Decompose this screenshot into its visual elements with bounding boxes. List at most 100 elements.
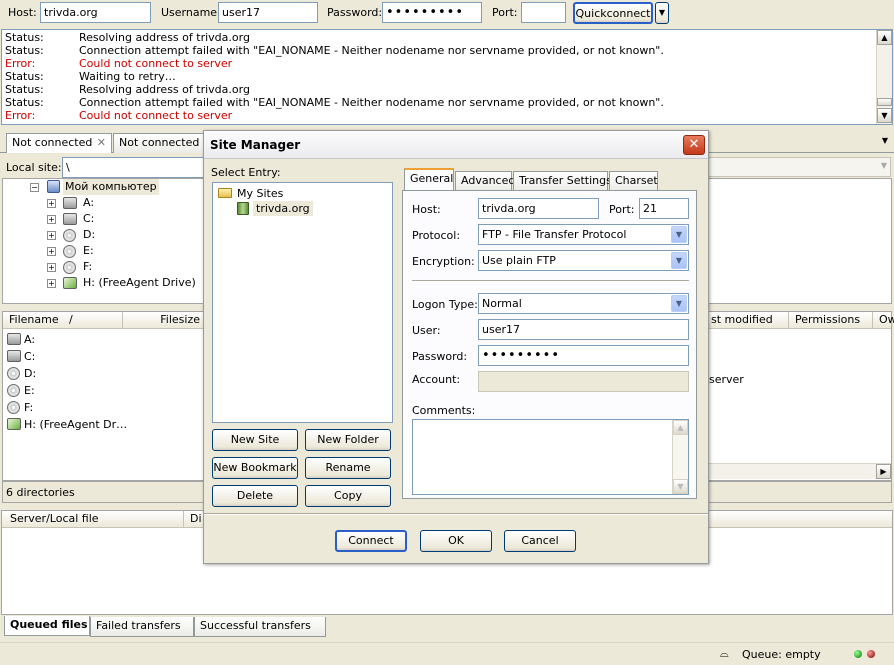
column-filesize[interactable]: Filesize	[123, 312, 204, 328]
log-row: Status: Resolving address of trivda.org	[5, 83, 250, 96]
cd-drive-icon	[63, 229, 76, 242]
tree-drive-item[interactable]: E:	[83, 243, 94, 259]
tree-folder-my-sites[interactable]: My Sites	[237, 187, 283, 200]
encryption-select[interactable]: Use plain FTP ▼	[478, 250, 689, 271]
speed-limit-icon[interactable]: ⌓	[720, 647, 729, 661]
new-bookmark-button[interactable]: New Bookmark	[212, 457, 298, 479]
chevron-down-icon[interactable]: ▼	[671, 252, 687, 269]
remote-hscrollbar[interactable]: ▶	[709, 463, 891, 479]
tab-advanced[interactable]: Advanced	[455, 171, 515, 191]
tab-transfer-settings[interactable]: Transfer Settings	[513, 171, 612, 191]
scroll-thumb[interactable]	[877, 98, 892, 106]
username-input[interactable]	[218, 2, 318, 23]
scroll-right-icon[interactable]: ▶	[876, 464, 891, 479]
delete-button[interactable]: Delete	[212, 485, 298, 507]
cd-drive-icon	[7, 367, 20, 380]
file-list-item[interactable]: E:	[24, 383, 35, 399]
sort-indicator: /	[69, 313, 73, 326]
expand-icon[interactable]: +	[47, 263, 56, 272]
tab-successful-transfers[interactable]: Successful transfers	[194, 617, 326, 637]
host-input[interactable]	[40, 2, 151, 23]
folder-open-icon	[218, 188, 232, 198]
chevron-down-icon[interactable]: ▼	[671, 226, 687, 243]
comments-textarea[interactable]: ▲ ▼	[412, 419, 689, 495]
log-scrollbar[interactable]: ▲ ▼	[876, 30, 892, 124]
expand-icon[interactable]: +	[47, 199, 56, 208]
tree-drive-item[interactable]: F:	[83, 259, 92, 275]
computer-icon	[47, 180, 60, 193]
log-row: Error: Could not connect to server	[5, 109, 232, 122]
column-filename[interactable]: Filename /	[3, 312, 123, 328]
tab-failed-transfers[interactable]: Failed transfers	[90, 617, 194, 637]
hard-drive-icon	[63, 213, 77, 225]
tree-drive-item[interactable]: A:	[83, 195, 94, 211]
tree-drive-item[interactable]: C:	[83, 211, 94, 227]
expand-icon[interactable]: +	[47, 279, 56, 288]
log-message: Resolving address of trivda.org	[79, 31, 250, 44]
connect-button[interactable]: Connect	[335, 530, 407, 552]
chevron-down-icon[interactable]: ▼	[671, 295, 687, 312]
remote-status-bar	[708, 481, 892, 503]
column-permissions[interactable]: Permissions	[789, 312, 873, 328]
tree-site-entry[interactable]: trivda.org	[253, 201, 313, 216]
rename-button[interactable]: Rename	[305, 457, 391, 479]
column-owner[interactable]: Ow	[873, 312, 894, 328]
file-list-item[interactable]: D:	[24, 366, 36, 382]
cancel-button[interactable]: Cancel	[504, 530, 576, 552]
comments-scrollbar[interactable]: ▲ ▼	[672, 420, 688, 494]
cd-drive-icon	[7, 384, 20, 397]
close-icon[interactable]: ✕	[97, 134, 106, 152]
scroll-down-icon[interactable]: ▼	[673, 479, 688, 494]
tree-drive-item[interactable]: H: (FreeAgent Drive)	[83, 275, 196, 291]
dialog-titlebar[interactable]: Site Manager ✕	[204, 131, 708, 159]
close-icon: ✕	[688, 137, 700, 152]
tab-charset[interactable]: Charset	[609, 171, 658, 191]
log-row: Status: Waiting to retry…	[5, 70, 176, 83]
column-last-modified[interactable]: st modified	[709, 312, 789, 328]
remote-site-input[interactable]: ▼	[708, 157, 891, 177]
site-port-label: Port:	[609, 203, 635, 216]
conn-tab-2[interactable]: Not connected	[113, 133, 205, 153]
encryption-value: Use plain FTP	[482, 254, 556, 267]
password-input[interactable]	[382, 2, 482, 23]
tab-general[interactable]: General	[404, 168, 454, 190]
remote-server-text: server	[709, 373, 744, 386]
site-password-input[interactable]	[478, 345, 689, 366]
scroll-down-icon[interactable]: ▼	[877, 108, 892, 123]
ok-button[interactable]: OK	[420, 530, 492, 552]
file-list-item[interactable]: F:	[24, 400, 33, 416]
site-port-input[interactable]	[639, 198, 689, 219]
collapse-icon[interactable]: −	[30, 183, 39, 192]
quickconnect-button[interactable]: Quickconnect	[573, 2, 653, 24]
expand-icon[interactable]: +	[47, 215, 56, 224]
tabs-menu-icon[interactable]: ▼	[882, 136, 888, 145]
user-input[interactable]	[478, 319, 689, 340]
tree-drive-item[interactable]: D:	[83, 227, 95, 243]
scroll-up-icon[interactable]: ▲	[877, 30, 892, 45]
copy-button[interactable]: Copy	[305, 485, 391, 507]
file-list-item[interactable]: H: (FreeAgent Dr…	[24, 417, 127, 433]
chevron-down-icon[interactable]: ▼	[881, 161, 887, 170]
dialog-close-button[interactable]: ✕	[683, 135, 705, 155]
logon-type-select[interactable]: Normal ▼	[478, 293, 689, 314]
column-server-local-file[interactable]: Server/Local file	[2, 511, 184, 527]
conn-tab-1-label: Not connected	[12, 136, 93, 149]
log-type: Status:	[5, 83, 44, 96]
quickconnect-dropdown-button[interactable]: ▼	[655, 2, 669, 24]
file-list-item[interactable]: A:	[24, 332, 35, 348]
tree-root[interactable]: Мой компьютер	[63, 179, 159, 195]
expand-icon[interactable]: +	[47, 231, 56, 240]
local-status-bar: 6 directories	[2, 481, 205, 503]
port-input[interactable]	[521, 2, 566, 23]
protocol-select[interactable]: FTP - File Transfer Protocol ▼	[478, 224, 689, 245]
site-host-input[interactable]	[478, 198, 599, 219]
conn-tab-1[interactable]: Not connected ✕	[6, 133, 112, 153]
local-site-input[interactable]	[62, 157, 207, 178]
expand-icon[interactable]: +	[47, 247, 56, 256]
file-list-item[interactable]: C:	[24, 349, 35, 365]
new-folder-button[interactable]: New Folder	[305, 429, 391, 451]
account-input	[478, 371, 689, 392]
tab-queued-files[interactable]: Queued files	[4, 616, 90, 636]
new-site-button[interactable]: New Site	[212, 429, 298, 451]
scroll-up-icon[interactable]: ▲	[673, 420, 688, 435]
